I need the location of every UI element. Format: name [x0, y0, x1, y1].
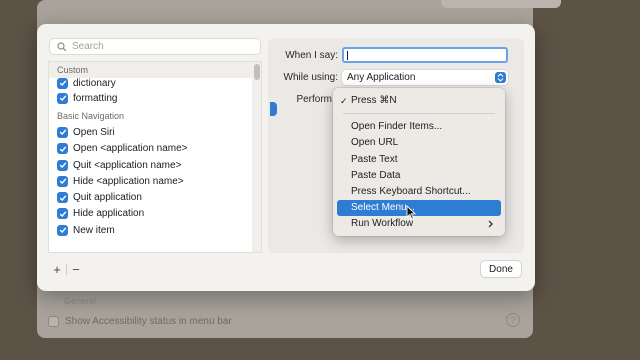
- list-item-label: Hide application: [73, 208, 145, 220]
- application-popup[interactable]: Any Application: [342, 70, 508, 85]
- background-checkbox-row: Show Accessibility status in menu bar: [48, 314, 232, 328]
- when-i-say-label: When I say:: [285, 50, 338, 61]
- checkbox[interactable]: [57, 126, 68, 138]
- checkmark-icon: [59, 80, 66, 87]
- list-item[interactable]: formatting: [49, 90, 261, 106]
- checkbox[interactable]: [57, 175, 68, 187]
- list-item-label: Hide <application name>: [73, 175, 184, 187]
- list-item[interactable]: New item: [49, 222, 261, 238]
- menu-item-press-cmd-n[interactable]: ✓ Press ⌘N: [337, 93, 501, 109]
- checkmark-icon: [59, 227, 66, 234]
- menu-item-open-url[interactable]: Open URL: [337, 135, 501, 151]
- application-popup-value: Any Application: [347, 72, 416, 83]
- checkbox[interactable]: [57, 224, 68, 236]
- checkbox[interactable]: [57, 92, 68, 104]
- checkbox[interactable]: [57, 208, 68, 220]
- menu-item-select-menu[interactable]: Select Menu...: [337, 200, 501, 217]
- list-item-label: Quit application: [73, 192, 142, 204]
- background-help-button: ?: [506, 313, 520, 327]
- menu-item-paste-text[interactable]: Paste Text: [337, 152, 501, 168]
- checkmark-icon: [59, 211, 66, 217]
- add-remove-control: + −: [48, 262, 85, 277]
- while-using-label: While using:: [283, 72, 338, 83]
- list-item-label: formatting: [73, 92, 118, 104]
- updown-chevron-icon: [495, 72, 506, 83]
- search-icon: [57, 41, 67, 51]
- menu-item-label: Press ⌘N: [351, 95, 397, 106]
- checkbox[interactable]: [57, 77, 68, 89]
- background-section-label: General: [64, 296, 97, 306]
- text-caret: [347, 51, 348, 60]
- list-item[interactable]: Open <application name>: [49, 141, 261, 157]
- list-item-label: dictionary: [73, 77, 116, 89]
- search-placeholder: Search: [72, 41, 104, 52]
- list-item-label: Quit <application name>: [73, 159, 182, 171]
- phrase-input[interactable]: [342, 47, 508, 63]
- checkbox[interactable]: [57, 192, 68, 204]
- list-item[interactable]: Quit application: [49, 189, 261, 205]
- list-scroll-track[interactable]: [252, 62, 261, 252]
- chevron-right-icon: [488, 220, 493, 228]
- perform-action-menu: ✓ Press ⌘N Open Finder Items... Open URL…: [333, 88, 505, 236]
- section-header-basic-navigation: Basic Navigation: [49, 108, 261, 125]
- list-item[interactable]: Hide application: [49, 206, 261, 222]
- checkmark-icon: [59, 146, 66, 152]
- checkmark-icon: [59, 129, 66, 136]
- list-item-label: Open Siri: [73, 126, 115, 138]
- list-item-label: Open <application name>: [73, 143, 188, 155]
- mouse-pointer-icon: [406, 205, 416, 220]
- search-field[interactable]: Search: [49, 38, 261, 55]
- commands-list[interactable]: Custom dictionary formatting Basic Navig…: [48, 61, 262, 253]
- checkmark-icon: ✓: [340, 96, 348, 106]
- menu-item-run-workflow[interactable]: Run Workflow: [337, 216, 501, 232]
- menu-item-open-finder-items[interactable]: Open Finder Items...: [337, 119, 501, 135]
- menu-item-label: Run Workflow: [351, 218, 414, 230]
- list-item[interactable]: Hide <application name>: [49, 173, 261, 189]
- menu-separator: [343, 113, 495, 115]
- perform-popup-button[interactable]: [270, 102, 277, 116]
- background-checkbox: [48, 315, 59, 327]
- menu-item-paste-data[interactable]: Paste Data: [337, 168, 501, 184]
- list-item[interactable]: Quit <application name>: [49, 157, 261, 173]
- checkmark-icon: [59, 162, 66, 169]
- remove-button[interactable]: −: [67, 262, 85, 277]
- list-scrollbar[interactable]: [254, 64, 260, 80]
- checkbox[interactable]: [57, 159, 68, 171]
- add-button[interactable]: +: [48, 262, 66, 277]
- done-button[interactable]: Done: [481, 261, 521, 277]
- checkmark-icon: [59, 95, 66, 102]
- background-top-button: [441, 0, 561, 8]
- list-item[interactable]: dictionary: [49, 76, 261, 90]
- checkmark-icon: [59, 194, 66, 201]
- list-item[interactable]: Open Siri: [49, 124, 261, 140]
- perform-label: Perform: [296, 94, 332, 105]
- list-item-label: New item: [73, 224, 115, 236]
- menu-item-press-keyboard-shortcut[interactable]: Press Keyboard Shortcut...: [337, 184, 501, 200]
- background-checkbox-label: Show Accessibility status in menu bar: [65, 315, 232, 327]
- checkmark-icon: [59, 178, 66, 185]
- checkbox[interactable]: [57, 143, 68, 155]
